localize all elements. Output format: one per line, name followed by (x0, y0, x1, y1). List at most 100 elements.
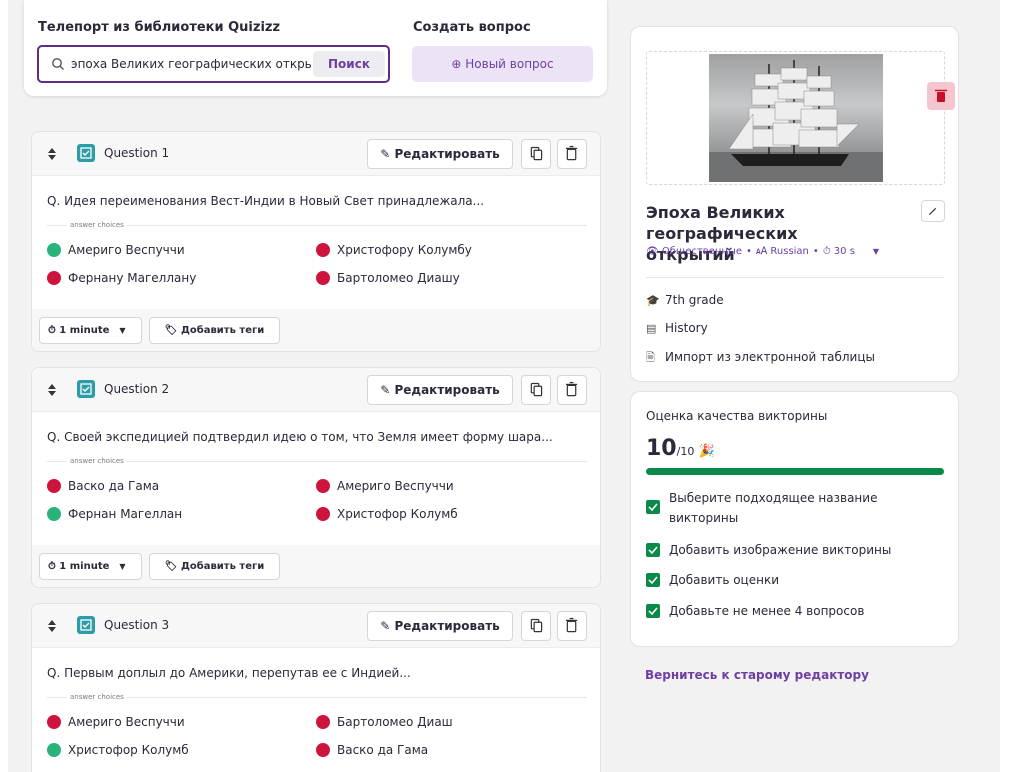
quiz-image-area[interactable] (646, 51, 955, 185)
search-value[interactable]: эпоха Великих географических открытий (71, 57, 311, 71)
separator: • (812, 246, 819, 257)
delete-button[interactable] (557, 139, 587, 169)
sort-handle-icon[interactable] (47, 146, 57, 162)
timer-icon: ⏱ (48, 325, 60, 336)
add-tags-button[interactable]: 🏷 Добавить теги (149, 317, 280, 344)
question-card-3: Question 3 ✎ Редактировать Q. Первым доп… (31, 603, 601, 772)
question-card-1: Question 1 ✎ Редактировать Q. Идея переи… (31, 131, 601, 352)
time-value: 30 s (833, 246, 855, 257)
answer-choice: Христофор Колумб (316, 507, 458, 521)
answer-choice: Христофору Колумбу (316, 243, 472, 257)
search-input[interactable]: эпоха Великих географических открытий По… (37, 45, 390, 83)
sort-handle-icon[interactable] (47, 618, 57, 634)
eye-icon: 👁 (646, 246, 662, 257)
incorrect-indicator-icon (316, 243, 330, 257)
quality-progress-bar (646, 468, 944, 475)
spreadsheet-icon: 🗎 (646, 351, 655, 364)
quiz-quality-card: Оценка качества викторины 10/10 🎉 Выбери… (630, 391, 959, 647)
question-footer: ⏱ 1 minute ▼ 🏷 Добавить теги (32, 309, 600, 351)
quiz-info-card: Эпоха Великих географических открытий 👁 … (630, 26, 959, 382)
incorrect-indicator-icon (47, 715, 61, 729)
answer-text: Христофор Колумб (337, 507, 458, 521)
quiz-meta[interactable]: 👁 Общественные • 🗚 Russian • ⏱ 30 s ▼ (646, 246, 879, 257)
quality-heading: Оценка качества викторины (646, 409, 828, 423)
trash-icon (565, 617, 578, 633)
time-dropdown[interactable]: ⏱ 1 minute ▼ (39, 553, 142, 580)
copy-icon (530, 618, 543, 633)
answer-choice: Америго Веспуччи (316, 479, 454, 493)
copy-icon (530, 382, 543, 397)
tag-icon: 🏷 (164, 561, 181, 572)
incorrect-indicator-icon (316, 715, 330, 729)
search-icon (52, 58, 64, 70)
checklist-text: Добавить изображение викторины (669, 543, 892, 557)
answer-text: Фернану Магеллану (68, 271, 197, 285)
import-row[interactable]: 🗎 Импорт из электронной таблицы (646, 349, 875, 368)
edit-label: Редактировать (394, 383, 500, 397)
teleport-title: Телепорт из библиотеки Quizizz (38, 20, 281, 35)
language-icon: 🗚 (755, 246, 771, 257)
chevron-down-icon[interactable]: ▼ (873, 247, 879, 256)
progress-fill (646, 468, 944, 475)
answer-text: Америго Веспуччи (68, 715, 185, 729)
pencil-icon (928, 207, 937, 216)
answer-choices-label: answer choices (67, 457, 127, 465)
time-value: 1 minute (59, 561, 110, 572)
answer-choice: Фернан Магеллан (47, 507, 182, 521)
teleport-card: Телепорт из библиотеки Quizizz Создать в… (24, 0, 607, 96)
separator: • (745, 246, 752, 257)
search-button[interactable]: Поиск (313, 51, 385, 77)
graduation-cap-icon: 🎓 (646, 294, 660, 307)
edit-label: Редактировать (394, 147, 500, 161)
incorrect-indicator-icon (316, 271, 330, 285)
answer-text: Фернан Магеллан (68, 507, 183, 521)
old-editor-link[interactable]: Вернитесь к старому редактору (645, 668, 869, 682)
right-edge (1000, 0, 1013, 772)
question-header: Question 3 ✎ Редактировать (32, 604, 600, 648)
check-icon (646, 543, 660, 557)
checklist-text: Добавьте не менее 4 вопросов (669, 604, 865, 618)
answer-text: Васко да Гама (68, 479, 160, 493)
question-title: Question 2 (104, 382, 170, 396)
divider (646, 277, 944, 278)
book-icon: ▤ (646, 322, 657, 335)
new-question-button[interactable]: ⊕ Новый вопрос (412, 46, 593, 82)
edit-button[interactable]: ✎ Редактировать (367, 375, 513, 405)
add-tags-button[interactable]: 🏷 Добавить теги (149, 553, 280, 580)
delete-image-button[interactable] (927, 82, 955, 110)
delete-button[interactable] (557, 375, 587, 405)
duplicate-button[interactable] (521, 375, 551, 405)
sailing-ship-image (709, 60, 883, 182)
time-dropdown[interactable]: ⏱ 1 minute ▼ (39, 317, 142, 344)
check-icon (646, 573, 660, 587)
chevron-down-icon: ▼ (119, 562, 126, 571)
sort-handle-icon[interactable] (47, 382, 57, 398)
import-label: Импорт из электронной таблицы (665, 350, 875, 364)
check-icon (646, 604, 660, 618)
duplicate-button[interactable] (521, 139, 551, 169)
edit-label: Редактировать (394, 619, 500, 633)
timer-icon: ⏱ (822, 246, 834, 257)
subject-value: History (665, 321, 708, 335)
edit-button[interactable]: ✎ Редактировать (367, 611, 513, 641)
incorrect-indicator-icon (316, 507, 330, 521)
incorrect-indicator-icon (47, 271, 61, 285)
tag-icon: 🏷 (164, 325, 181, 336)
correct-indicator-icon (47, 243, 61, 257)
trash-icon (935, 89, 947, 102)
correct-indicator-icon (47, 743, 61, 757)
edit-quiz-title-button[interactable] (921, 200, 945, 222)
language-value: Russian (770, 246, 809, 257)
delete-button[interactable] (557, 611, 587, 641)
duplicate-button[interactable] (521, 611, 551, 641)
question-header: Question 2 ✎ Редактировать (32, 368, 600, 412)
checklist-text: Выберите подходящее название викторины (669, 491, 878, 525)
edit-button[interactable]: ✎ Редактировать (367, 139, 513, 169)
score-max: /10 (676, 445, 695, 458)
subject-row: ▤ History (646, 321, 708, 335)
copy-icon (530, 146, 543, 161)
add-tags-label: Добавить теги (180, 325, 265, 336)
score-value: 10 (646, 436, 677, 461)
create-question-title: Создать вопрос (413, 20, 531, 35)
answer-choice: Христофор Колумб (47, 743, 189, 757)
